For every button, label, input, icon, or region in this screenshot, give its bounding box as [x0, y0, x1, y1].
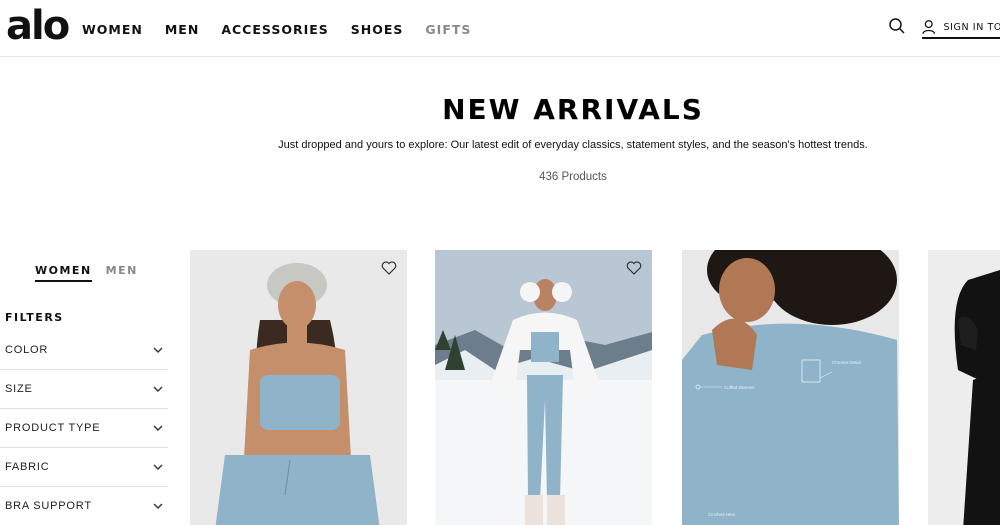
user-icon	[922, 20, 936, 34]
brand-logo[interactable]: alo	[6, 4, 70, 48]
nav-accessories[interactable]: ACCESSORIES	[221, 22, 328, 37]
chevron-down-icon	[153, 425, 163, 431]
product-card[interactable]	[435, 250, 652, 525]
tab-women[interactable]: WOMEN	[35, 264, 92, 282]
filter-bra-support[interactable]: BRA SUPPORT	[0, 487, 168, 525]
page-title: NEW ARRIVALS	[442, 93, 704, 126]
callout-label: Chrome Detail	[832, 360, 861, 365]
gender-tabs: WOMEN MEN	[35, 264, 152, 282]
filter-label: COLOR	[5, 344, 49, 356]
filter-list: COLOR SIZE PRODUCT TYPE FABRIC BRA SUPPO…	[0, 331, 168, 525]
chevron-down-icon	[153, 464, 163, 470]
filter-label: FABRIC	[5, 461, 50, 473]
filter-label: PRODUCT TYPE	[5, 422, 101, 434]
filter-color[interactable]: COLOR	[0, 331, 168, 370]
product-count: 436 Products	[539, 171, 607, 183]
filter-label: BRA SUPPORT	[5, 500, 92, 512]
heart-icon[interactable]	[626, 260, 642, 276]
product-image	[682, 250, 899, 525]
chevron-down-icon	[153, 347, 163, 353]
product-image	[928, 250, 1000, 525]
filter-label: SIZE	[5, 383, 33, 395]
callout-label: Cuffed Sleeves	[724, 385, 755, 390]
site-header: alo WOMEN MEN ACCESSORIES SHOES GIFTS SI…	[0, 0, 1000, 57]
nav-men[interactable]: MEN	[165, 22, 199, 37]
product-card[interactable]	[928, 250, 1000, 525]
chevron-down-icon	[153, 386, 163, 392]
sign-in-link[interactable]: SIGN IN TO	[922, 17, 1000, 39]
nav-gifts[interactable]: GIFTS	[425, 22, 471, 37]
nav-women[interactable]: WOMEN	[82, 22, 143, 37]
product-card[interactable]	[190, 250, 407, 525]
filter-size[interactable]: SIZE	[0, 370, 168, 409]
filter-fabric[interactable]: FABRIC	[0, 448, 168, 487]
chevron-down-icon	[153, 503, 163, 509]
tab-men[interactable]: MEN	[106, 264, 138, 282]
filters-heading: FILTERS	[5, 311, 64, 324]
search-icon[interactable]	[888, 17, 906, 35]
product-image	[435, 250, 652, 525]
product-card[interactable]: Chrome Detail Cuffed Sleeves Cinched Hem	[682, 250, 899, 525]
main-nav: WOMEN MEN ACCESSORIES SHOES GIFTS	[82, 22, 493, 37]
sign-in-label: SIGN IN TO	[943, 21, 1000, 33]
heart-icon[interactable]	[381, 260, 397, 276]
callout-label: Cinched Hem	[708, 512, 736, 517]
nav-shoes[interactable]: SHOES	[351, 22, 404, 37]
product-image	[190, 250, 407, 525]
page-description: Just dropped and yours to explore: Our l…	[278, 139, 868, 151]
filter-product-type[interactable]: PRODUCT TYPE	[0, 409, 168, 448]
